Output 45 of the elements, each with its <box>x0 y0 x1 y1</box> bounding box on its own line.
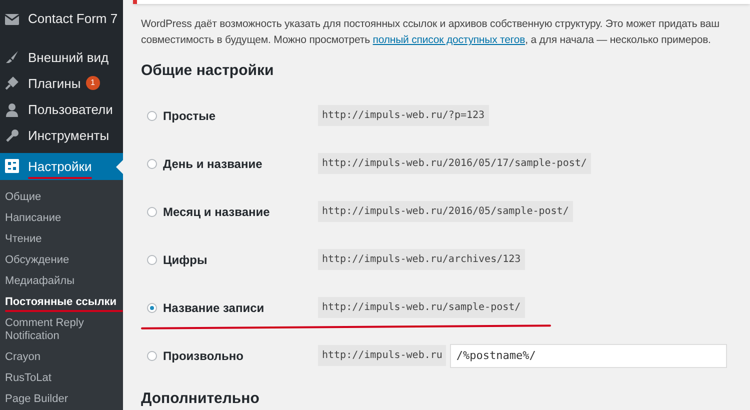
radio-button[interactable] <box>147 206 157 216</box>
submenu-link[interactable]: Page Builder <box>0 389 123 410</box>
url-example: http://impuls-web.ru/2016/05/sample-post/ <box>318 201 573 222</box>
option-label[interactable]: Произвольно <box>163 346 318 364</box>
option-label[interactable]: Название записи <box>163 298 318 316</box>
menu-item[interactable]: Инструменты <box>0 122 123 149</box>
url-example: http://impuls-web.ru/?p=123 <box>318 105 489 126</box>
submenu-link[interactable]: RusToLat <box>0 368 123 389</box>
radio-button[interactable] <box>147 158 157 168</box>
submenu-link[interactable]: Медиафайлы <box>0 271 123 292</box>
submenu-link[interactable]: Чтение <box>0 229 123 250</box>
radio-button[interactable] <box>147 350 157 360</box>
url-example: http://impuls-web.ru/sample-post/ <box>318 297 525 318</box>
mail-icon <box>5 14 19 25</box>
menu-item[interactable]: Пользователи <box>0 96 123 123</box>
option-label[interactable]: День и название <box>163 154 318 172</box>
count-badge: 1 <box>86 76 100 90</box>
submenu-link[interactable]: Обсуждение <box>0 250 123 271</box>
user-icon <box>5 102 19 117</box>
section-heading: Общие настройки <box>141 61 275 81</box>
settings-icon <box>5 159 19 174</box>
wrench-icon <box>5 128 19 143</box>
menu-item[interactable]: Настройки <box>0 152 123 180</box>
section-heading: Дополнительно <box>141 388 260 408</box>
url-example: http://impuls-web.ru/archives/123 <box>318 249 525 270</box>
tags-link[interactable]: полный список доступных тегов <box>372 34 526 46</box>
radio-button[interactable] <box>147 302 157 312</box>
url-example: http://impuls-web.ru/2016/05/17/sample-post/ <box>318 153 591 174</box>
menu-item[interactable]: Внешний вид <box>0 44 123 70</box>
structure-field[interactable]: /%postname%/ <box>450 344 728 368</box>
menu-item[interactable]: Contact Form 7 <box>0 6 123 32</box>
option-label[interactable]: Цифры <box>163 250 318 268</box>
submenu-link[interactable]: Постоянные ссылки <box>0 292 123 313</box>
intro-text: WordPress даёт возможность указать для постоянных ссылок и архивов собственную структуру. Это может придать ваш совместимость в будущем. Можно просмотреть полный список доступных тегов, а для начала — несколько примеров. <box>141 17 720 48</box>
brush-icon <box>5 50 19 64</box>
option-label[interactable]: Простые <box>163 106 318 124</box>
submenu-link[interactable]: Общие <box>0 187 123 208</box>
submenu-link[interactable]: Comment Reply Notification <box>0 313 123 347</box>
radio-button[interactable] <box>147 110 157 120</box>
menu-item[interactable]: Плагины 1 <box>0 70 123 97</box>
submenu-link[interactable]: Написание <box>0 208 123 229</box>
submenu-link[interactable]: Crayon <box>0 347 123 368</box>
option-label[interactable]: Месяц и название <box>163 202 318 220</box>
url-example: http://impuls-web.ru <box>318 345 446 366</box>
radio-button[interactable] <box>147 254 157 264</box>
